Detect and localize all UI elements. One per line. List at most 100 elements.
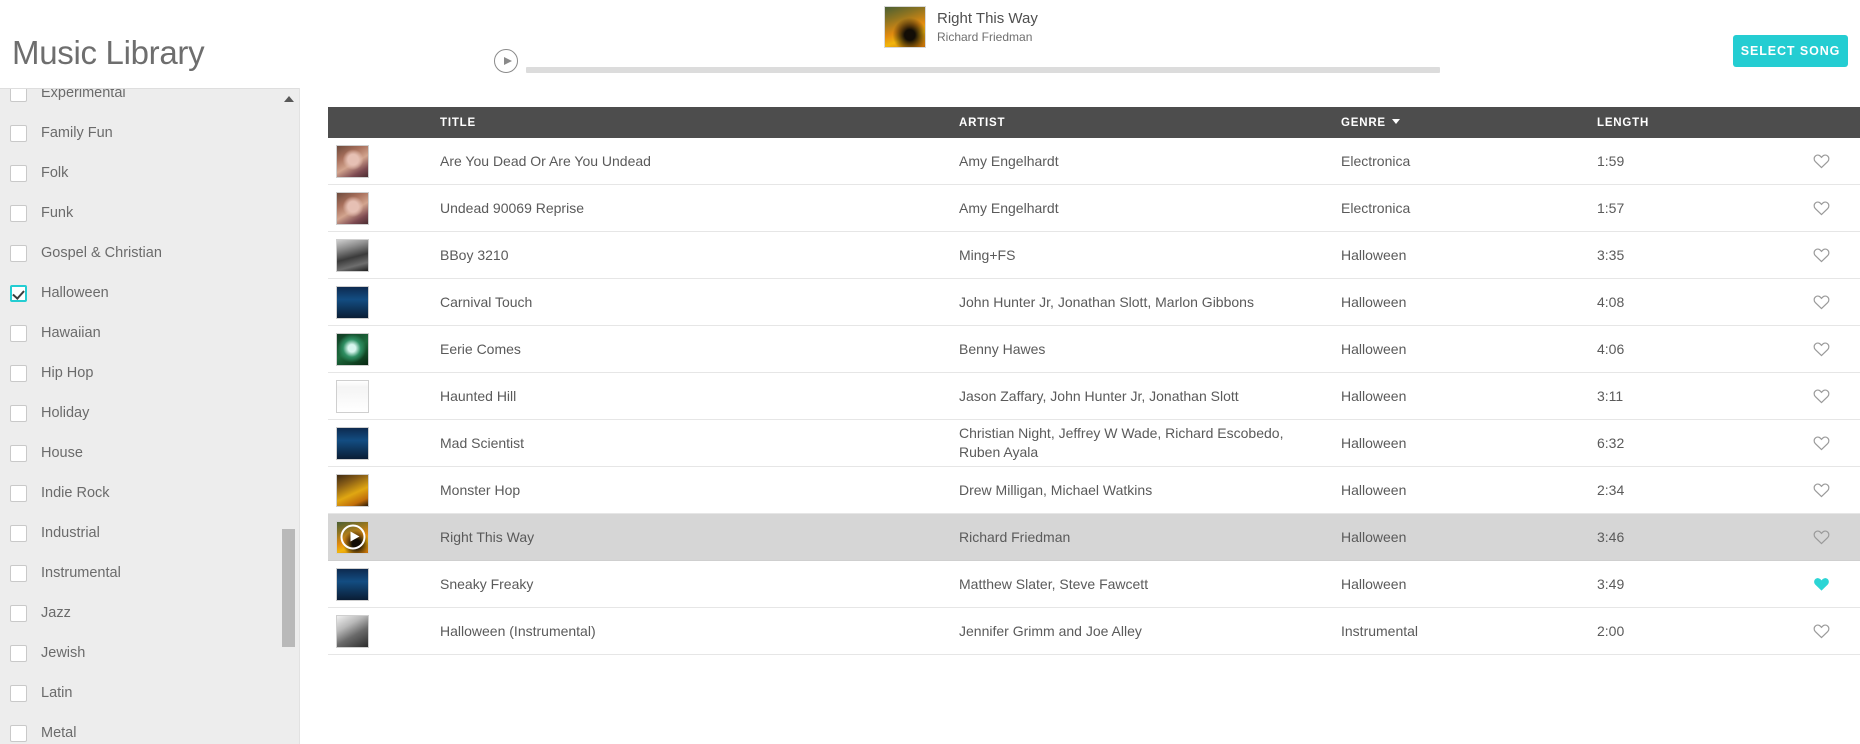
table-row[interactable]: Undead 90069 Reprise Amy Engelhardt Electr… — [328, 185, 1860, 232]
table-row[interactable]: Right This Way Richard Friedman Halloween 3… — [328, 514, 1860, 561]
album-art-thumbnail[interactable] — [336, 379, 369, 413]
checkbox-folk[interactable] — [10, 164, 27, 182]
sidebar-item-metal[interactable]: Metal — [0, 713, 300, 744]
row-genre: Electronica — [1341, 199, 1411, 216]
album-art-thumbnail[interactable] — [336, 191, 369, 225]
now-playing-title: Right This Way — [937, 10, 1038, 27]
album-art-thumbnail[interactable] — [336, 614, 369, 648]
sidebar-item-latin[interactable]: Latin — [0, 673, 300, 713]
favorite-cell — [1782, 435, 1860, 451]
album-art-thumbnail[interactable] — [336, 238, 369, 272]
heart-icon[interactable] — [1813, 247, 1830, 263]
checkbox-jewish[interactable] — [10, 644, 27, 662]
heart-icon[interactable] — [1813, 576, 1830, 592]
row-album-art-cell — [328, 520, 440, 554]
album-art-thumbnail[interactable] — [336, 285, 369, 319]
sidebar-item-label: House — [41, 445, 83, 461]
sidebar-item-house[interactable]: House — [0, 433, 300, 473]
album-art-thumbnail[interactable] — [336, 332, 369, 366]
table-row[interactable]: Sneaky Freaky Matthew Slater, Steve Fawce… — [328, 561, 1860, 608]
genre-filter-sidebar[interactable]: Experimental Family Fun Folk Funk Gospel & C… — [0, 88, 300, 744]
song-table: TITLE ARTIST GENRE LENGTH Are You Dead O… — [328, 107, 1860, 744]
checkbox-hip-hop[interactable] — [10, 364, 27, 382]
heart-icon[interactable] — [1813, 294, 1830, 310]
checkbox-latin[interactable] — [10, 684, 27, 702]
now-playing: Right This Way Richard Friedman — [884, 6, 1038, 48]
row-album-art-cell — [328, 238, 440, 272]
row-title: Are You Dead Or Are You Undead — [440, 152, 651, 169]
checkbox-gospel-christian[interactable] — [10, 244, 27, 262]
heart-icon[interactable] — [1813, 482, 1830, 498]
album-art-thumbnail[interactable] — [336, 144, 369, 178]
triangle-up-icon[interactable] — [284, 96, 294, 102]
play-icon[interactable] — [494, 49, 518, 73]
checkbox-holiday[interactable] — [10, 404, 27, 422]
column-header-title[interactable]: TITLE — [440, 117, 959, 129]
column-header-genre[interactable]: GENRE — [1341, 117, 1597, 129]
sidebar-item-hawaiian[interactable]: Hawaiian — [0, 313, 300, 353]
row-title: Eerie Comes — [440, 340, 521, 357]
sidebar-item-industrial[interactable]: Industrial — [0, 513, 300, 553]
sidebar-item-gospel-christian[interactable]: Gospel & Christian — [0, 233, 300, 273]
now-playing-artist: Richard Friedman — [937, 30, 1033, 44]
table-row[interactable]: Haunted Hill Jason Zaffary, John Hunter J… — [328, 373, 1860, 420]
sidebar-scrollbar-thumb[interactable] — [282, 529, 295, 647]
heart-icon[interactable] — [1813, 623, 1830, 639]
sidebar-item-indie-rock[interactable]: Indie Rock — [0, 473, 300, 513]
favorite-cell — [1782, 388, 1860, 404]
checkbox-indie-rock[interactable] — [10, 484, 27, 502]
checkbox-industrial[interactable] — [10, 524, 27, 542]
table-row[interactable]: Carnival Touch John Hunter Jr, Jonathan S… — [328, 279, 1860, 326]
sidebar-item-label: Metal — [41, 725, 77, 741]
checkbox-halloween[interactable] — [10, 284, 27, 302]
sidebar-item-folk[interactable]: Folk — [0, 153, 300, 193]
sidebar-item-hip-hop[interactable]: Hip Hop — [0, 353, 300, 393]
column-header-length[interactable]: LENGTH — [1597, 117, 1782, 129]
heart-icon[interactable] — [1813, 388, 1830, 404]
sidebar-item-jewish[interactable]: Jewish — [0, 633, 300, 673]
album-art-thumbnail[interactable] — [336, 520, 369, 554]
sidebar-item-holiday[interactable]: Holiday — [0, 393, 300, 433]
sidebar-item-experimental[interactable]: Experimental — [0, 89, 300, 113]
checkbox-family-fun[interactable] — [10, 124, 27, 142]
select-song-button[interactable]: SELECT SONG — [1733, 35, 1848, 67]
sidebar-item-jazz[interactable]: Jazz — [0, 593, 300, 633]
row-artist: Benny Hawes — [959, 340, 1046, 357]
row-artist: Amy Engelhardt — [959, 152, 1059, 169]
heart-icon[interactable] — [1813, 529, 1830, 545]
checkbox-metal[interactable] — [10, 724, 27, 742]
row-artist: Matthew Slater, Steve Fawcett — [959, 575, 1149, 592]
album-art-thumbnail[interactable] — [336, 426, 369, 460]
heart-icon[interactable] — [1813, 200, 1830, 216]
table-row[interactable]: Mad Scientist Christian Night, Jeffrey W … — [328, 420, 1860, 467]
checkbox-hawaiian[interactable] — [10, 324, 27, 342]
table-row[interactable]: Monster Hop Drew Milligan, Michael Watkin… — [328, 467, 1860, 514]
table-row[interactable]: Halloween (Instrumental) Jennifer Grimm a… — [328, 608, 1860, 655]
sidebar-scrollbar[interactable] — [282, 89, 296, 744]
checkbox-jazz[interactable] — [10, 604, 27, 622]
progress-bar[interactable] — [526, 67, 1440, 73]
checkbox-experimental[interactable] — [10, 89, 27, 102]
sidebar-item-halloween[interactable]: Halloween — [0, 273, 300, 313]
caret-down-icon — [1391, 118, 1400, 124]
table-row[interactable]: BBoy 3210 Ming+FS Halloween 3:35 — [328, 232, 1860, 279]
table-row[interactable]: Eerie Comes Benny Hawes Halloween 4:06 — [328, 326, 1860, 373]
checkbox-house[interactable] — [10, 444, 27, 462]
heart-icon[interactable] — [1813, 435, 1830, 451]
row-title: Undead 90069 Reprise — [440, 199, 584, 216]
checkbox-funk[interactable] — [10, 204, 27, 222]
heart-icon[interactable] — [1813, 153, 1830, 169]
heart-icon[interactable] — [1813, 341, 1830, 357]
checkbox-instrumental[interactable] — [10, 564, 27, 582]
sidebar-item-instrumental[interactable]: Instrumental — [0, 553, 300, 593]
album-art-thumbnail[interactable] — [336, 473, 369, 507]
row-genre: Halloween — [1341, 246, 1407, 263]
sidebar-item-family-fun[interactable]: Family Fun — [0, 113, 300, 153]
column-header-artist[interactable]: ARTIST — [959, 117, 1341, 129]
album-art-thumbnail[interactable] — [336, 567, 369, 601]
play-icon[interactable] — [340, 524, 365, 550]
sidebar-item-funk[interactable]: Funk — [0, 193, 300, 233]
row-genre: Halloween — [1341, 434, 1407, 451]
table-row[interactable]: Are You Dead Or Are You Undead Amy Engelh… — [328, 138, 1860, 185]
sidebar-item-label: Jewish — [41, 645, 86, 661]
